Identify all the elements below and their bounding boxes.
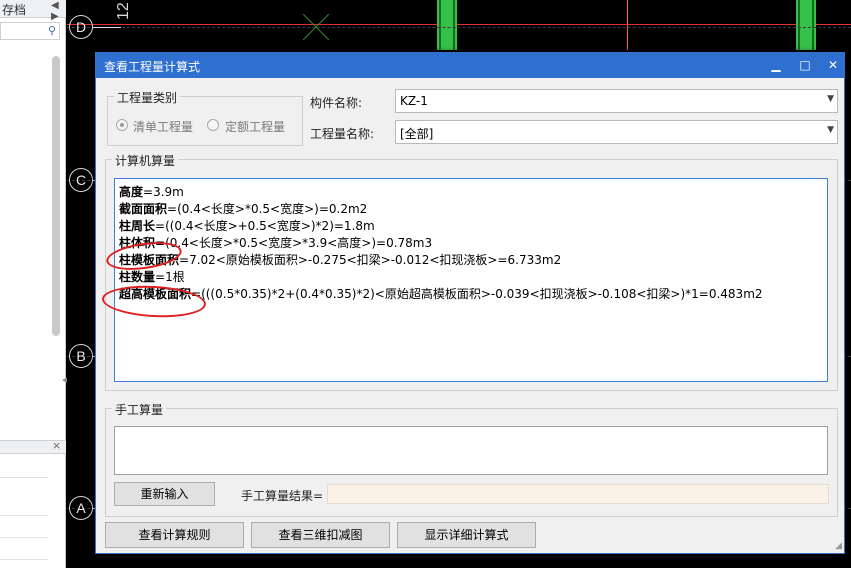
- close-icon[interactable]: ×: [52, 439, 61, 452]
- quota-quantity-radio[interactable]: [207, 119, 219, 131]
- quantity-name-select[interactable]: [全部] ▼: [395, 120, 838, 144]
- quantity-type-group-title: 工程量类别: [114, 89, 181, 106]
- axis-line-red-vertical: [627, 0, 628, 50]
- calc-line-formwork-area: 柱模板面积=7.02<原始模板面积>-0.275<扣梁>-0.012<扣现浇板>…: [119, 252, 561, 268]
- view-rules-button[interactable]: 查看计算规则: [105, 522, 244, 548]
- list-item[interactable]: [0, 538, 48, 560]
- left-panel: 存档 ◀ ▶ ⚲ ◀ ×: [0, 0, 67, 568]
- cad-dimension-label: 12: [115, 2, 132, 20]
- quota-quantity-label: 定额工程量: [225, 120, 286, 134]
- column-edge: [439, 0, 441, 50]
- left-panel-scrollbar[interactable]: [52, 56, 60, 336]
- resize-grip-icon[interactable]: ◢: [835, 541, 842, 551]
- manual-calc-group-title: 手工算量: [112, 401, 167, 418]
- manual-result-label: 手工算量结果=: [241, 489, 324, 503]
- axis-bubble-d[interactable]: D: [69, 15, 93, 39]
- list-item[interactable]: [0, 456, 48, 478]
- column-edge: [453, 0, 455, 50]
- reenter-button[interactable]: 重新输入: [114, 482, 215, 506]
- axis-line-red: [67, 24, 851, 25]
- column-edge: [798, 0, 800, 50]
- calc-item-expr: =7.02<原始模板面积>-0.275<扣梁>-0.012<扣现浇板>=6.73…: [179, 253, 562, 267]
- calc-line-section-area: 截面面积=(0.4<长度>*0.5<宽度>)=0.2m2: [119, 201, 367, 217]
- quantity-name-value: [全部]: [400, 127, 434, 141]
- manual-calc-input[interactable]: [114, 426, 828, 475]
- dialog-titlebar[interactable]: 查看工程量计算式 ▁ □ ✕: [96, 53, 844, 78]
- calc-line-count: 柱数量=1根: [119, 269, 185, 285]
- minimize-icon[interactable]: ▁: [767, 56, 785, 74]
- axis-bubble-a[interactable]: A: [69, 496, 93, 520]
- axis-line: [67, 27, 851, 28]
- calc-item-name: 柱数量: [119, 270, 156, 284]
- calc-line-perimeter: 柱周长=((0.4<长度>+0.5<宽度>)*2)=1.8m: [119, 218, 375, 234]
- search-icon[interactable]: ⚲: [48, 24, 56, 37]
- calc-item-expr: =(0.4<长度>*0.5<宽度>)=0.2m2: [167, 202, 368, 216]
- calc-item-name: 截面面积: [119, 202, 168, 216]
- chevron-down-icon: ▼: [827, 94, 834, 104]
- left-panel-title: 存档: [2, 3, 27, 17]
- calc-line-height: 高度=3.9m: [119, 184, 184, 200]
- component-name-value: KZ-1: [400, 94, 428, 108]
- quantity-name-label: 工程量名称:: [310, 127, 375, 141]
- show-detail-formula-button[interactable]: 显示详细计算式: [397, 522, 536, 548]
- calc-item-expr: =(((0.5*0.35)*2+(0.4*0.35)*2)<原始超高模板面积>-…: [191, 287, 763, 301]
- calc-item-expr: =1根: [155, 270, 185, 284]
- calc-item-name: 高度: [119, 185, 144, 199]
- axis-bubble-b[interactable]: B: [69, 344, 93, 368]
- computer-calc-group-title: 计算机算量: [112, 152, 179, 169]
- dialog-title: 查看工程量计算式: [104, 60, 201, 74]
- computer-calc-textarea[interactable]: 高度=3.9m 截面面积=(0.4<长度>*0.5<宽度>)=0.2m2 柱周长…: [114, 178, 828, 382]
- calc-item-expr: =3.9m: [143, 185, 184, 199]
- bill-quantity-radio[interactable]: [116, 119, 128, 131]
- component-name-select[interactable]: KZ-1 ▼: [395, 89, 838, 113]
- list-item[interactable]: [0, 516, 48, 538]
- left-panel-bottom-header: ×: [0, 439, 66, 454]
- left-panel-header: 存档 ◀ ▶: [0, 0, 66, 22]
- calc-line-overheight-formwork: 超高模板面积=(((0.5*0.35)*2+(0.4*0.35)*2)<原始超高…: [119, 286, 763, 302]
- quantity-formula-dialog: 查看工程量计算式 ▁ □ ✕ 工程量类别 清单工程量 定额工程量 构件名称: K…: [95, 52, 845, 554]
- component-name-label: 构件名称:: [310, 96, 363, 110]
- axis-bubble-c[interactable]: C: [69, 168, 93, 192]
- left-panel-search-input[interactable]: ⚲: [0, 22, 60, 40]
- quantity-type-group: 工程量类别 清单工程量 定额工程量: [107, 89, 303, 146]
- calc-item-expr: =(0.4<长度>*0.5<宽度>*3.9<高度>)=0.78m3: [155, 236, 433, 250]
- bill-quantity-label: 清单工程量: [133, 120, 194, 134]
- calc-item-expr: =((0.4<长度>+0.5<宽度>)*2)=1.8m: [155, 219, 375, 233]
- calc-item-name: 柱周长: [119, 219, 156, 233]
- list-item[interactable]: [0, 494, 48, 516]
- axis-tick: [93, 27, 121, 28]
- close-icon[interactable]: ✕: [824, 56, 842, 74]
- manual-result-field[interactable]: [327, 484, 829, 504]
- view-3d-deduction-button[interactable]: 查看三维扣减图: [251, 522, 390, 548]
- maximize-icon[interactable]: □: [796, 56, 814, 74]
- panel-nav-arrows-icon[interactable]: ◀ ▶: [51, 0, 66, 22]
- chevron-down-icon: ▼: [827, 125, 834, 135]
- column-edge: [812, 0, 814, 50]
